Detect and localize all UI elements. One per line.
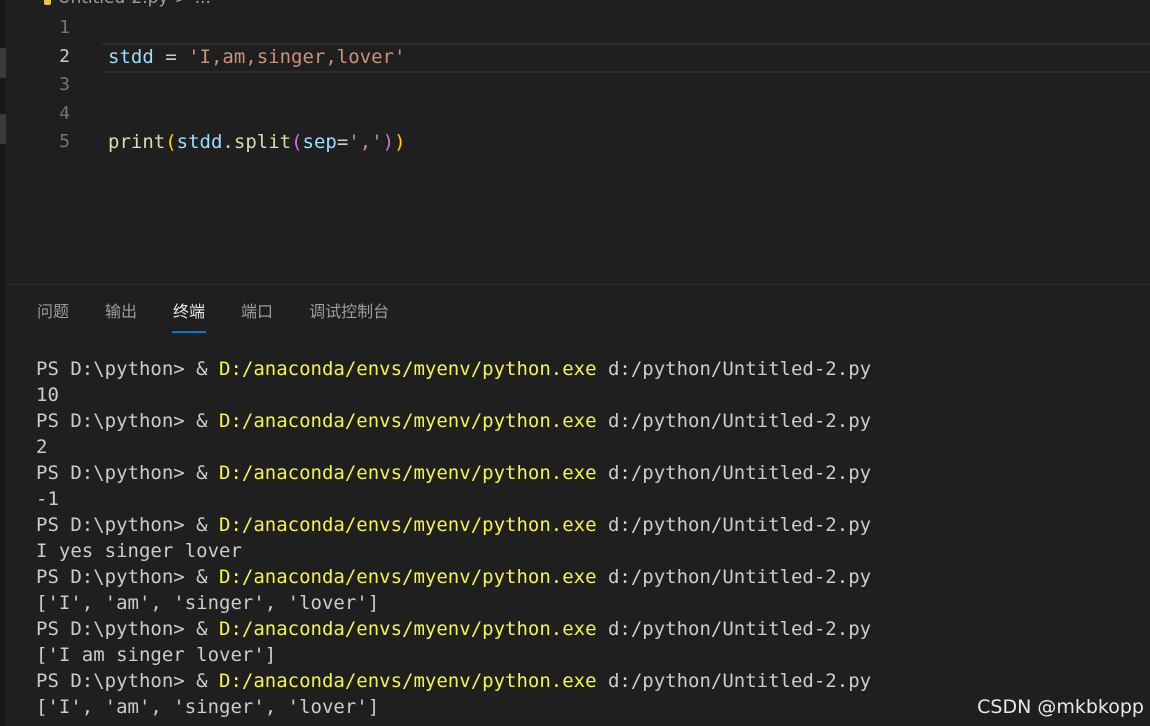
terminal-exe-path: D:/anaconda/envs/myenv/python.exe	[219, 462, 597, 484]
panel-tab[interactable]: 端口	[240, 300, 274, 330]
terminal-prompt: PS D:\python> &	[36, 670, 220, 692]
terminal-output-line: 2	[36, 436, 48, 458]
code-token: =	[153, 45, 189, 68]
code-token: 'I,am,singer,lover'	[188, 45, 406, 68]
code-text[interactable]: stdd = 'I,am,singer,lover'	[108, 45, 405, 69]
code-token: ','	[348, 131, 383, 153]
terminal-prompt: PS D:\python> &	[36, 566, 220, 588]
code-token: stdd	[108, 45, 154, 68]
terminal-command-line: PS D:\python> & D:/anaconda/envs/myenv/p…	[36, 564, 871, 590]
code-token: )	[382, 131, 395, 153]
code-token: sep	[302, 131, 337, 153]
terminal-script-path: d:/python/Untitled-2.py	[596, 566, 872, 588]
terminal-prompt: PS D:\python> &	[36, 358, 220, 380]
terminal-script-path: d:/python/Untitled-2.py	[596, 358, 872, 380]
terminal-exe-path: D:/anaconda/envs/myenv/python.exe	[219, 566, 597, 588]
code-token: stdd	[176, 131, 223, 153]
code-line[interactable]: 3	[6, 71, 1150, 99]
line-number: 5	[59, 131, 70, 152]
terminal-script-path: d:/python/Untitled-2.py	[596, 670, 872, 692]
panel-tab[interactable]: 终端	[172, 300, 207, 333]
terminal-command-line: PS D:\python> & D:/anaconda/envs/myenv/p…	[36, 512, 871, 538]
code-token: (	[291, 131, 303, 153]
terminal-output-line: 10	[36, 384, 59, 406]
terminal-script-path: d:/python/Untitled-2.py	[596, 410, 872, 432]
breadcrumb-more[interactable]: ...	[195, 0, 211, 8]
code-line[interactable]: 5 print(stdd.split(sep=','))	[6, 128, 1150, 156]
code-text[interactable]: print(stdd.split(sep=','))	[108, 130, 406, 154]
terminal-output-line: ['I am singer lover']	[36, 644, 277, 666]
terminal-output-line: ['I', 'am', 'singer', 'lover']	[36, 696, 380, 718]
panel-tab-bar: 问题 输出 终端 端口 调试控制台	[36, 300, 390, 333]
code-token: )	[394, 131, 406, 153]
code-token: (	[165, 131, 177, 153]
breadcrumb-separator: >	[174, 0, 188, 8]
terminal-command-line: PS D:\python> & D:/anaconda/envs/myenv/p…	[36, 616, 871, 642]
terminal-exe-path: D:/anaconda/envs/myenv/python.exe	[219, 410, 597, 432]
terminal-prompt: PS D:\python> &	[36, 514, 220, 536]
code-line[interactable]: 4	[6, 100, 1150, 128]
terminal-exe-path: D:/anaconda/envs/myenv/python.exe	[219, 358, 597, 380]
panel-tab[interactable]: 问题	[36, 300, 70, 330]
code-token: .	[222, 131, 234, 153]
terminal-output-line: I yes singer lover	[36, 540, 242, 562]
terminal-script-path: d:/python/Untitled-2.py	[596, 462, 872, 484]
terminal-script-path: d:/python/Untitled-2.py	[596, 514, 872, 536]
line-number: 1	[59, 17, 70, 38]
breadcrumb-file[interactable]: Untitled-2.py	[58, 0, 168, 8]
code-token: print	[108, 131, 166, 153]
line-number: 4	[59, 102, 70, 124]
panel-tab[interactable]: 输出	[104, 300, 138, 330]
panel-divider	[6, 284, 1150, 285]
terminal-prompt: PS D:\python> &	[36, 618, 220, 640]
python-file-icon	[38, 0, 52, 5]
terminal-prompt: PS D:\python> &	[36, 462, 220, 484]
terminal-output-line: -1	[36, 488, 59, 510]
terminal-command-line: PS D:\python> & D:/anaconda/envs/myenv/p…	[36, 356, 871, 382]
terminal-output-line: ['I', 'am', 'singer', 'lover']	[36, 592, 380, 614]
terminal-output[interactable]: PS D:\python> & D:/anaconda/envs/myenv/p…	[36, 356, 871, 720]
line-number: 2	[59, 45, 70, 67]
breadcrumb[interactable]: Untitled-2.py > ...	[38, 0, 211, 8]
code-line[interactable]: 2 stdd = 'I,am,singer,lover'	[6, 42, 1150, 73]
code-token: split	[233, 131, 292, 153]
code-token: =	[336, 131, 349, 153]
terminal-command-line: PS D:\python> & D:/anaconda/envs/myenv/p…	[36, 668, 871, 694]
terminal-command-line: PS D:\python> & D:/anaconda/envs/myenv/p…	[36, 460, 871, 486]
terminal-exe-path: D:/anaconda/envs/myenv/python.exe	[219, 618, 597, 640]
terminal-exe-path: D:/anaconda/envs/myenv/python.exe	[219, 670, 597, 692]
terminal-script-path: d:/python/Untitled-2.py	[596, 618, 872, 640]
code-line[interactable]: 1	[6, 14, 1150, 42]
panel-tab[interactable]: 调试控制台	[308, 300, 390, 330]
terminal-command-line: PS D:\python> & D:/anaconda/envs/myenv/p…	[36, 408, 871, 434]
code-editor[interactable]: 1 2 stdd = 'I,am,singer,lover' 3 4 5 print(std…	[6, 14, 1150, 284]
line-number: 3	[59, 74, 70, 95]
terminal-prompt: PS D:\python> &	[36, 410, 220, 432]
terminal-exe-path: D:/anaconda/envs/myenv/python.exe	[219, 514, 597, 536]
watermark: CSDN @mkbkopp	[977, 696, 1144, 718]
